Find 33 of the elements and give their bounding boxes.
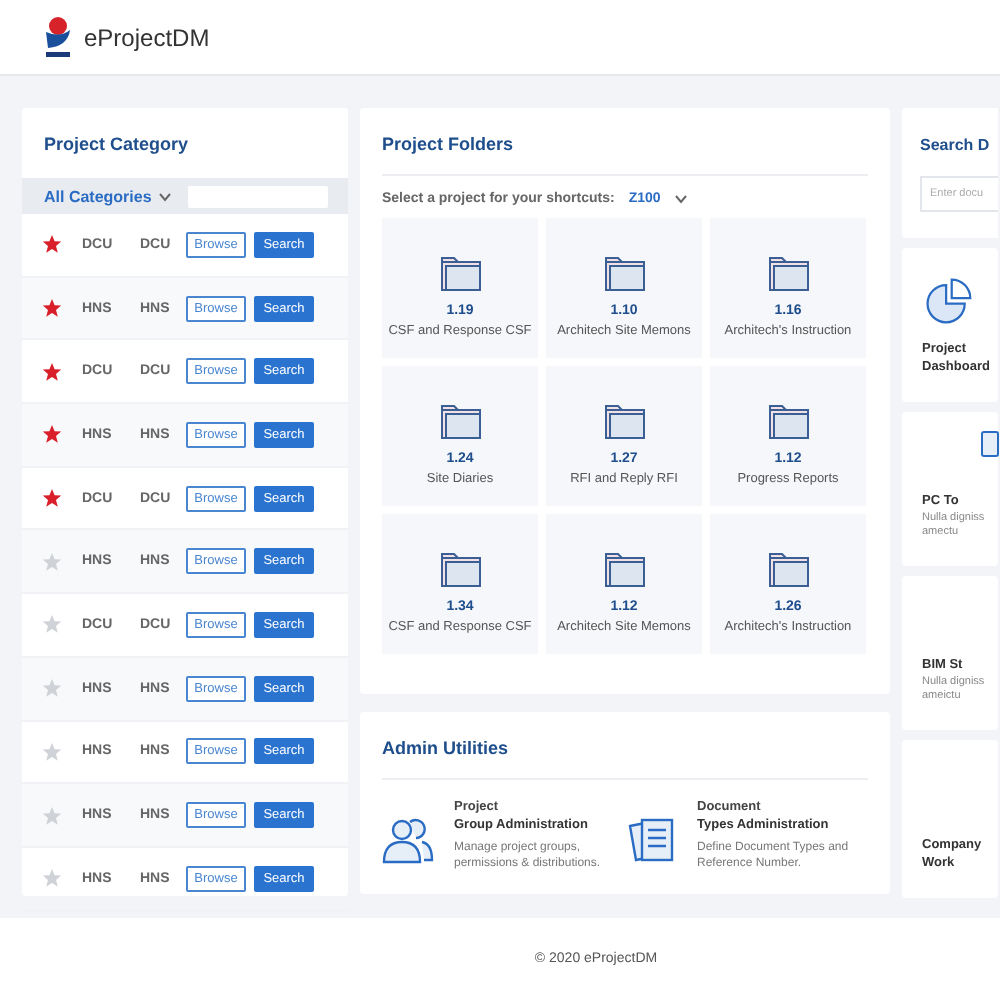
documents-icon xyxy=(625,816,677,864)
chevron-down-icon xyxy=(674,194,689,204)
star-icon[interactable] xyxy=(42,805,62,826)
folder-icon xyxy=(439,552,481,588)
star-icon[interactable] xyxy=(42,868,62,889)
star-icon[interactable] xyxy=(42,361,62,382)
star-icon[interactable] xyxy=(42,234,62,255)
star-icon[interactable] xyxy=(42,614,62,635)
panel-title: Search D xyxy=(920,134,992,158)
users-icon xyxy=(382,816,434,864)
folder-icon xyxy=(767,404,809,440)
folder-icon xyxy=(439,404,481,440)
folder-icon xyxy=(603,404,645,440)
folder-icon xyxy=(603,552,645,588)
chevron-down-icon xyxy=(157,191,172,201)
panel-title: Project Category xyxy=(42,132,191,158)
star-icon[interactable] xyxy=(42,488,62,509)
folder-icon xyxy=(603,256,645,292)
star-icon[interactable] xyxy=(42,678,62,699)
panel-title: Admin Utilities xyxy=(382,712,868,780)
panel-title: Project Folders xyxy=(382,108,868,176)
star-icon[interactable] xyxy=(42,551,62,572)
tablet-icon xyxy=(980,429,1000,458)
folder-icon xyxy=(439,256,481,292)
folder-icon xyxy=(767,552,809,588)
logo-icon xyxy=(44,15,72,59)
category-dropdown[interactable]: All Categories xyxy=(44,187,172,205)
brand-name: eProjectDM xyxy=(84,23,210,51)
folder-icon xyxy=(767,256,809,292)
pie-chart-icon xyxy=(922,274,974,327)
star-icon[interactable] xyxy=(42,741,62,762)
star-icon[interactable] xyxy=(42,298,62,319)
star-icon[interactable] xyxy=(42,424,62,445)
